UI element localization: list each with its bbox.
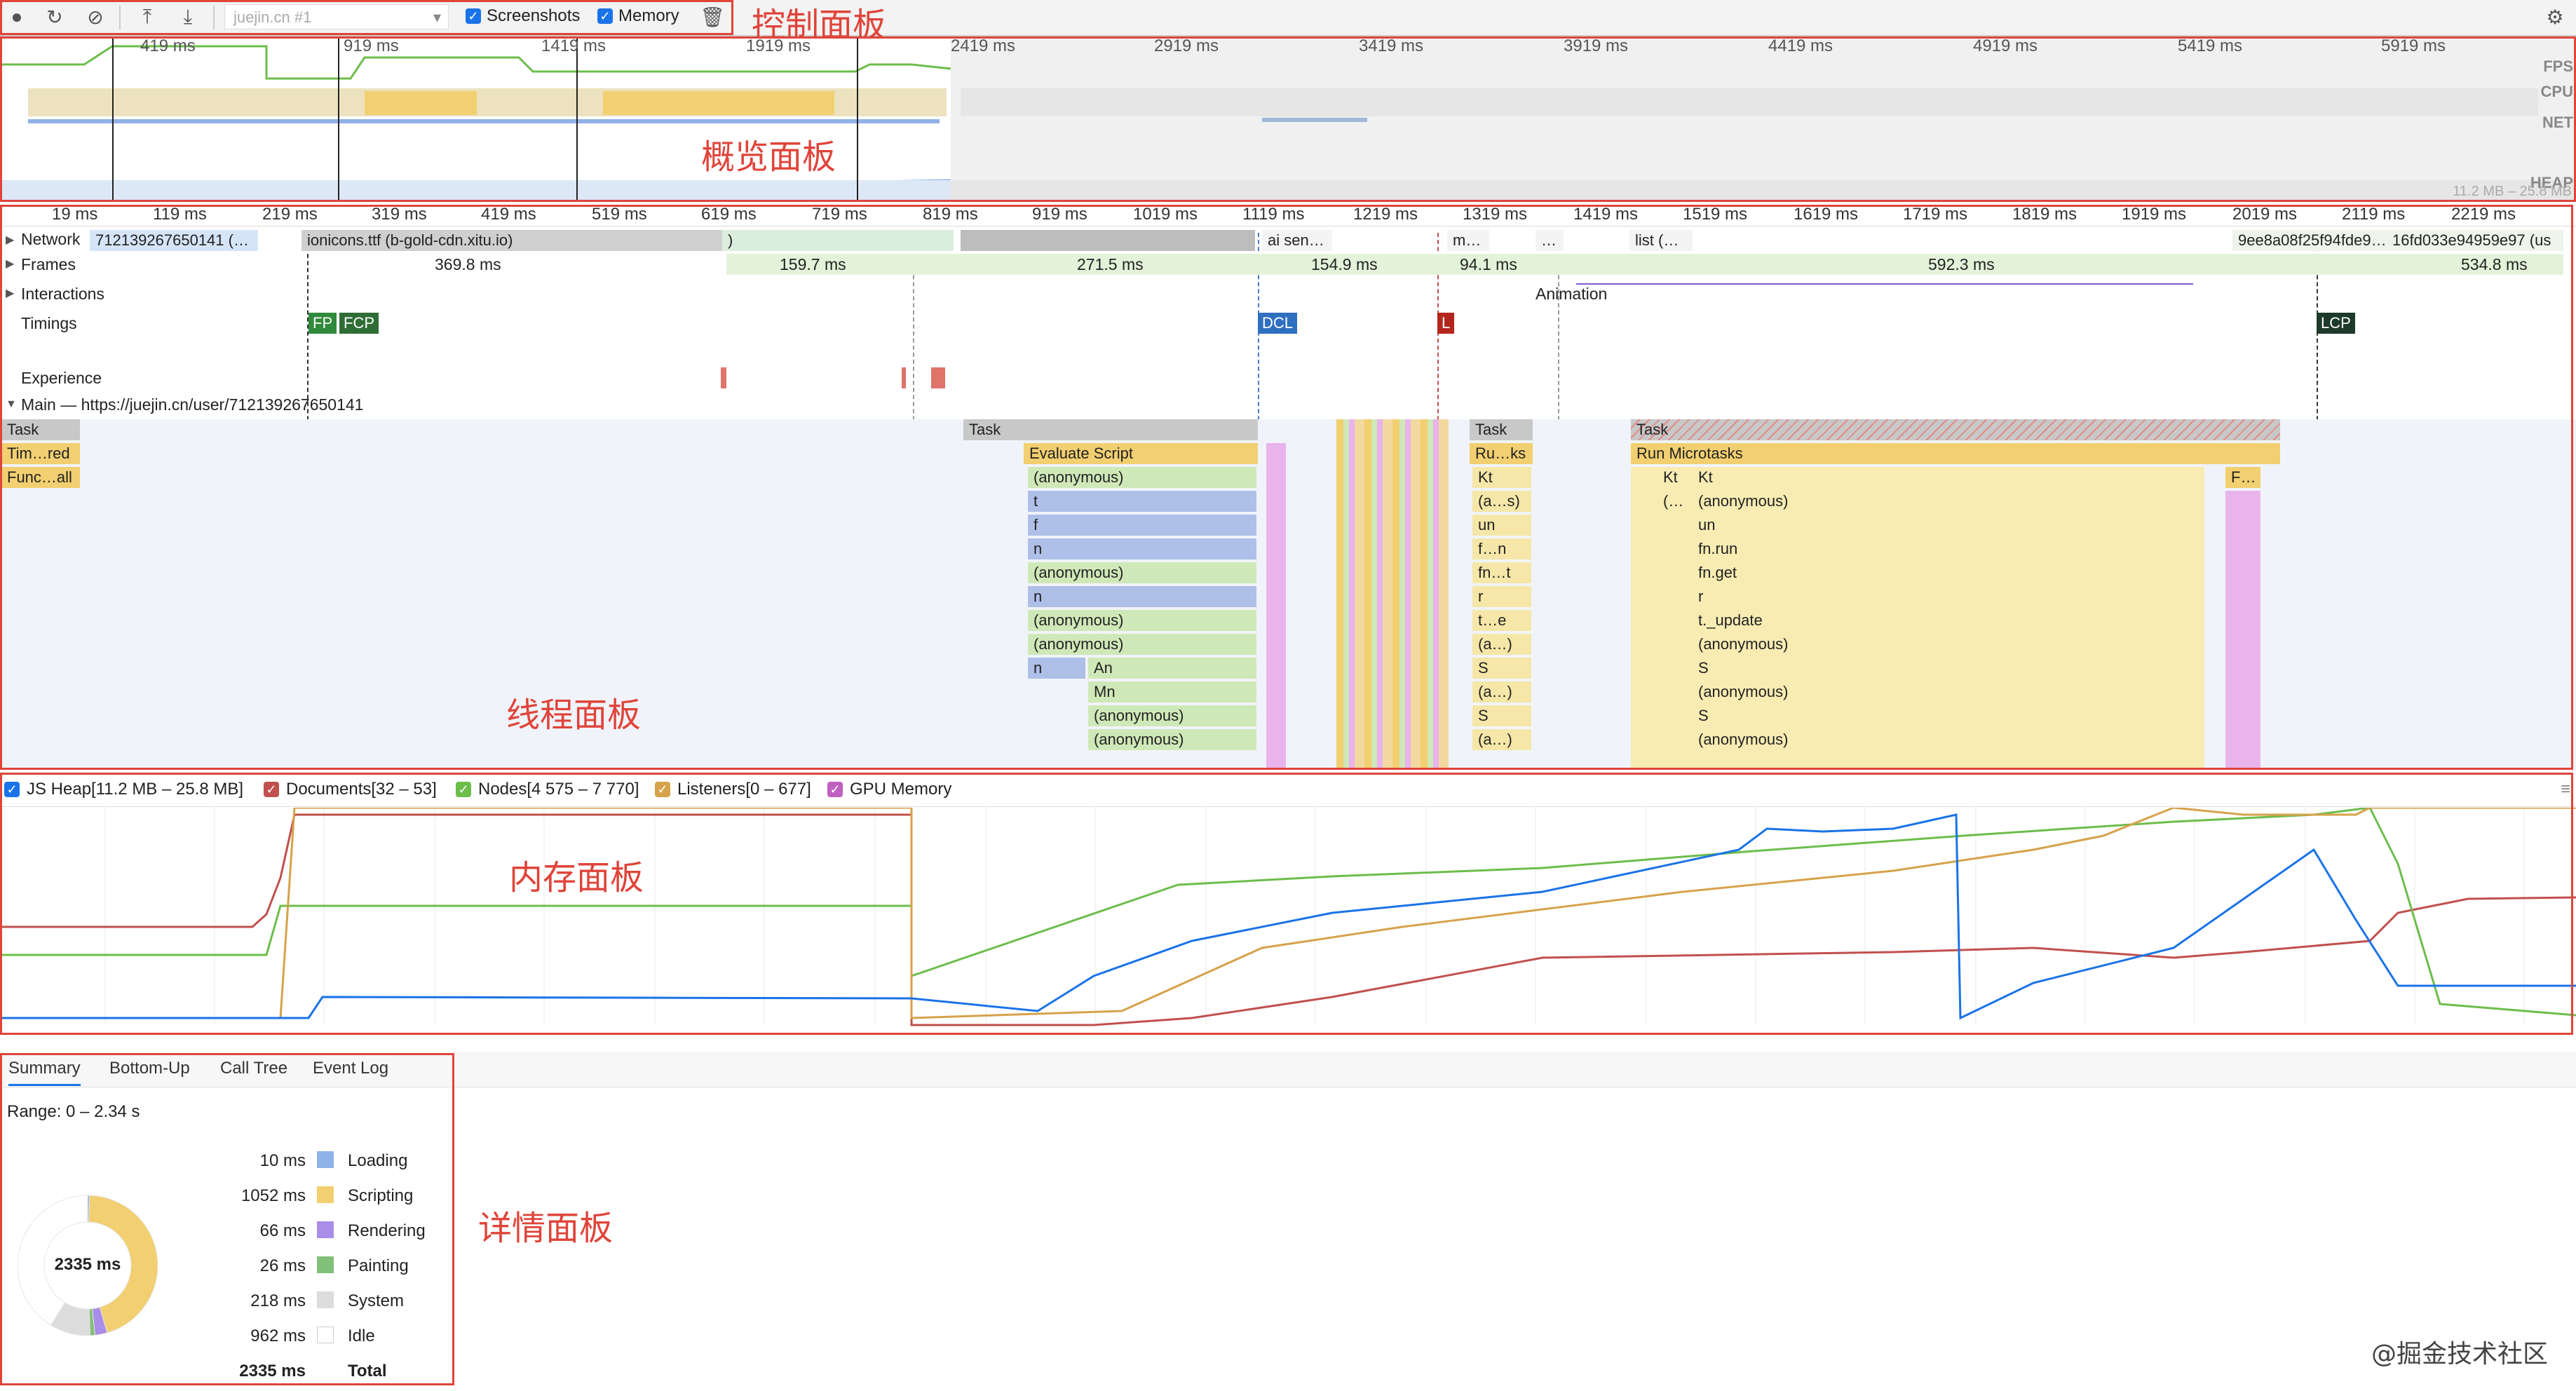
annotation-details: 详情面板 xyxy=(478,1209,614,1248)
gear-icon[interactable]: ⚙ xyxy=(2542,4,2568,29)
overview-panel-outline xyxy=(0,36,2576,202)
annotation-thread: 线程面板 xyxy=(506,696,642,735)
memory-panel-outline xyxy=(0,773,2573,1035)
details-panel-outline xyxy=(0,1053,454,1385)
watermark: @掘金技术社区 xyxy=(2371,1340,2548,1369)
control-panel-outline xyxy=(0,0,733,35)
thread-panel-outline xyxy=(0,205,2573,770)
annotation-memory: 内存面板 xyxy=(509,858,644,897)
annotation-overview: 概览面板 xyxy=(701,137,836,177)
